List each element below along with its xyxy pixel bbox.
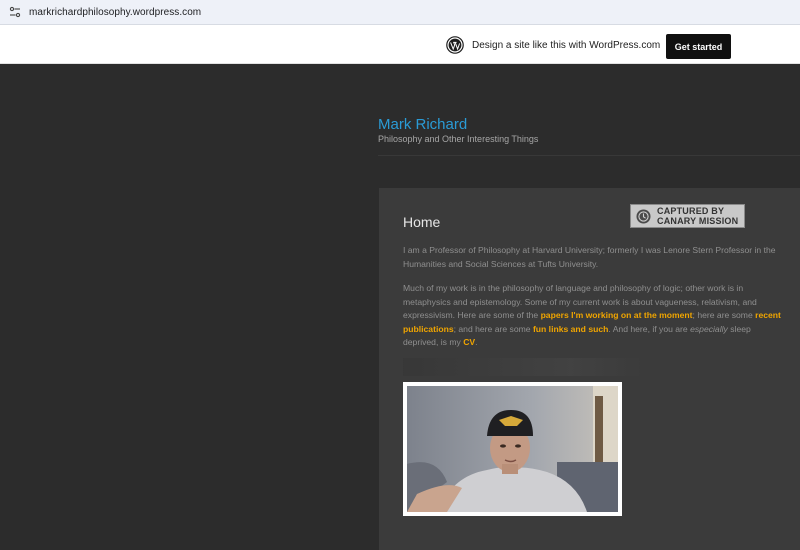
header-divider — [378, 155, 800, 156]
portrait-photo — [407, 386, 618, 512]
fun-links-link[interactable]: fun links and such — [533, 324, 608, 334]
get-started-button[interactable]: Get started — [666, 34, 731, 59]
paragraph-text: ; and here are some — [453, 323, 533, 334]
clock-icon — [636, 209, 651, 224]
intro-paragraph: I am a Professor of Philosophy at Harvar… — [403, 245, 776, 269]
decorative-shadow — [403, 358, 643, 376]
tune-icon[interactable] — [9, 6, 21, 18]
paragraph-text: ; here are some — [692, 310, 756, 320]
watermark-line-2: CANARY MISSION — [657, 216, 739, 226]
wordpress-banner: Design a site like this with WordPress.c… — [0, 25, 800, 64]
page-title: Home — [403, 214, 441, 230]
emphasis-text: especially — [690, 323, 728, 334]
address-bar[interactable]: markrichardphilosophy.wordpress.com — [0, 0, 800, 25]
wordpress-banner-text[interactable]: Design a site like this with WordPress.c… — [472, 40, 660, 51]
canary-mission-watermark: CAPTURED BY CANARY MISSION — [630, 204, 745, 228]
watermark-line-1: CAPTURED BY — [657, 206, 725, 216]
url-text[interactable]: markrichardphilosophy.wordpress.com — [29, 7, 201, 18]
site-body: Mark Richard Philosophy and Other Intere… — [0, 64, 800, 550]
portrait-photo-frame — [403, 382, 622, 516]
watermark-text: CAPTURED BY CANARY MISSION — [657, 206, 738, 226]
cv-link[interactable]: CV — [463, 337, 475, 347]
papers-link[interactable]: papers I'm working on at the moment — [541, 310, 693, 320]
main-content: CAPTURED BY CANARY MISSION Home I am a P… — [379, 188, 800, 550]
site-tagline: Philosophy and Other Interesting Things — [378, 134, 539, 144]
research-paragraph: Much of my work is in the philosophy of … — [403, 282, 783, 350]
paragraph-text: . And here, if you are — [608, 323, 691, 334]
wordpress-logo-icon[interactable] — [446, 36, 464, 54]
paragraph-text: . — [475, 337, 478, 347]
site-title[interactable]: Mark Richard — [378, 116, 467, 133]
